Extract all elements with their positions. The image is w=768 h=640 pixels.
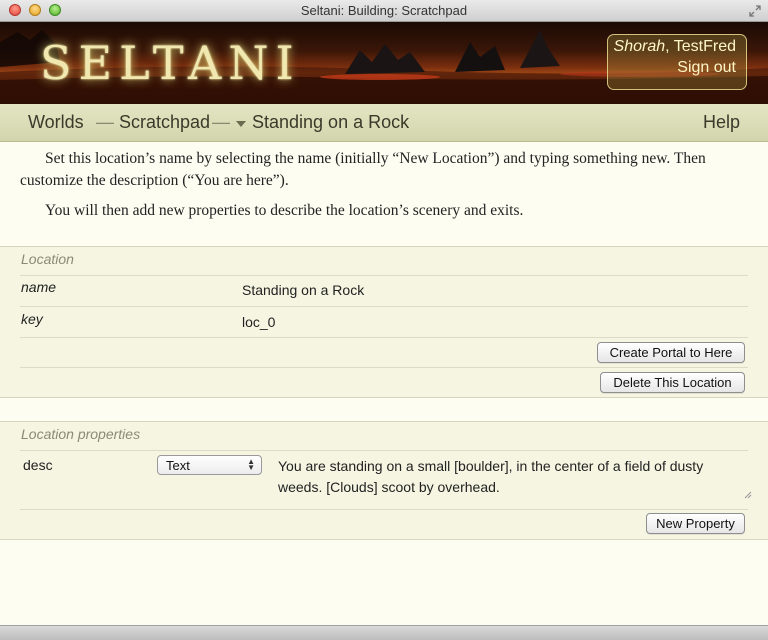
current-world-link[interactable]: Shorah	[614, 38, 666, 55]
sign-out-link[interactable]: Sign out	[608, 59, 736, 77]
username: TestFred	[673, 38, 736, 55]
window-titlebar: Seltani: Building: Scratchpad	[0, 0, 768, 22]
instructions: Set this location’s name by selecting th…	[20, 148, 750, 230]
section-title: Location	[21, 251, 74, 267]
instruction-paragraph: Set this location’s name by selecting th…	[20, 150, 706, 189]
window-bottom-bar	[0, 625, 768, 640]
instruction-paragraph: You will then add new properties to desc…	[45, 202, 524, 219]
nav-scratchpad-link[interactable]: Scratchpad	[119, 112, 210, 133]
dropdown-triangle-icon[interactable]	[236, 121, 246, 127]
select-arrows-icon: ▲ ▼	[247, 457, 255, 472]
select-value: Text	[166, 458, 190, 473]
nav-location-menu[interactable]: Standing on a Rock	[252, 112, 409, 133]
user-panel: Shorah, TestFred Sign out	[607, 34, 747, 90]
delete-location-button[interactable]: Delete This Location	[600, 372, 745, 393]
navigation-bar: Worlds — Scratchpad — Standing on a Rock…	[0, 104, 768, 142]
fullscreen-icon[interactable]	[748, 4, 762, 18]
nav-separator: —	[96, 112, 114, 132]
name-label: name	[21, 279, 57, 295]
property-type-select[interactable]: Text ▲ ▼	[157, 455, 262, 475]
divider	[20, 509, 748, 510]
nav-help-link[interactable]: Help	[703, 112, 740, 133]
create-portal-button[interactable]: Create Portal to Here	[597, 342, 745, 363]
resize-grip-icon[interactable]	[742, 489, 752, 499]
location-key-value: loc_0	[242, 314, 276, 330]
location-key-row	[20, 306, 748, 337]
description-textarea[interactable]: You are standing on a small [boulder], i…	[278, 456, 748, 498]
section-title: Location properties	[21, 426, 141, 442]
location-section: Location name Standing on a Rock key loc…	[0, 246, 768, 398]
location-name-row	[20, 275, 748, 306]
nav-separator: —	[212, 112, 230, 132]
seltani-logo: SELTANI	[40, 36, 301, 90]
window-title: Seltani: Building: Scratchpad	[300, 3, 468, 18]
divider	[20, 367, 748, 368]
new-property-button[interactable]: New Property	[646, 513, 745, 534]
key-label: key	[21, 311, 43, 327]
nav-worlds-link[interactable]: Worlds	[28, 112, 84, 133]
property-key-desc[interactable]: desc	[23, 457, 53, 473]
location-name-field[interactable]: Standing on a Rock	[242, 282, 364, 298]
header-banner: SELTANI Shorah, TestFred Sign out	[0, 22, 768, 104]
